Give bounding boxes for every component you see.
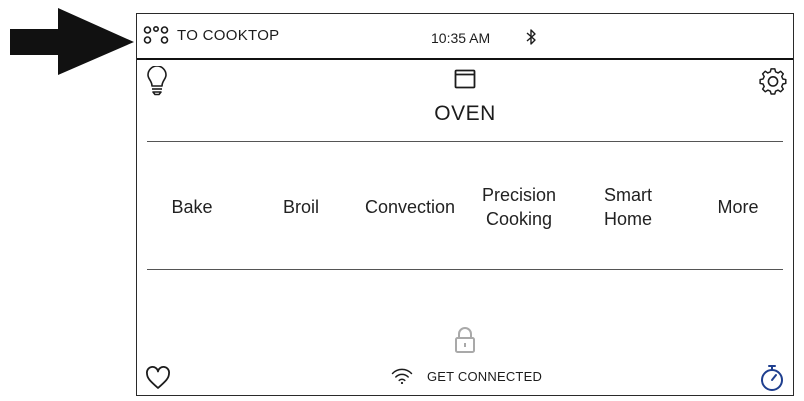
clock-time: 10:35 AM (431, 30, 491, 46)
burners-icon (143, 25, 169, 44)
mode-bake-button[interactable]: Bake (137, 154, 247, 259)
to-cooktop-button[interactable]: TO COOKTOP (143, 25, 279, 45)
oven-icon (454, 69, 476, 89)
get-connected-button[interactable]: GET CONNECTED (391, 368, 542, 384)
to-cooktop-label: TO COOKTOP (177, 26, 280, 44)
pointer-arrow-icon (10, 8, 134, 75)
light-bulb-icon[interactable] (146, 66, 168, 96)
bluetooth-icon (526, 29, 536, 45)
heart-icon[interactable] (145, 366, 171, 390)
divider-top (147, 141, 783, 142)
lock-icon[interactable] (454, 326, 476, 354)
divider-bottom (147, 269, 783, 270)
mode-more-button[interactable]: More (683, 154, 793, 259)
gear-icon[interactable] (759, 67, 787, 95)
page-title: OVEN (434, 102, 496, 125)
mode-convection-button[interactable]: Convection (355, 154, 465, 259)
mode-broil-button[interactable]: Broil (246, 154, 356, 259)
timer-icon[interactable] (760, 364, 784, 392)
cooking-modes: Bake Broil Convection Precision Cooking … (137, 154, 793, 259)
oven-control-screen: TO COOKTOP 10:35 AM OVEN Bake Broil Conv… (136, 13, 794, 396)
mode-smart-home-button[interactable]: Smart Home (573, 154, 683, 259)
mode-precision-cooking-button[interactable]: Precision Cooking (464, 154, 574, 259)
get-connected-label: GET CONNECTED (427, 368, 543, 384)
status-bar: TO COOKTOP 10:35 AM (137, 14, 793, 60)
wifi-icon (391, 368, 413, 384)
